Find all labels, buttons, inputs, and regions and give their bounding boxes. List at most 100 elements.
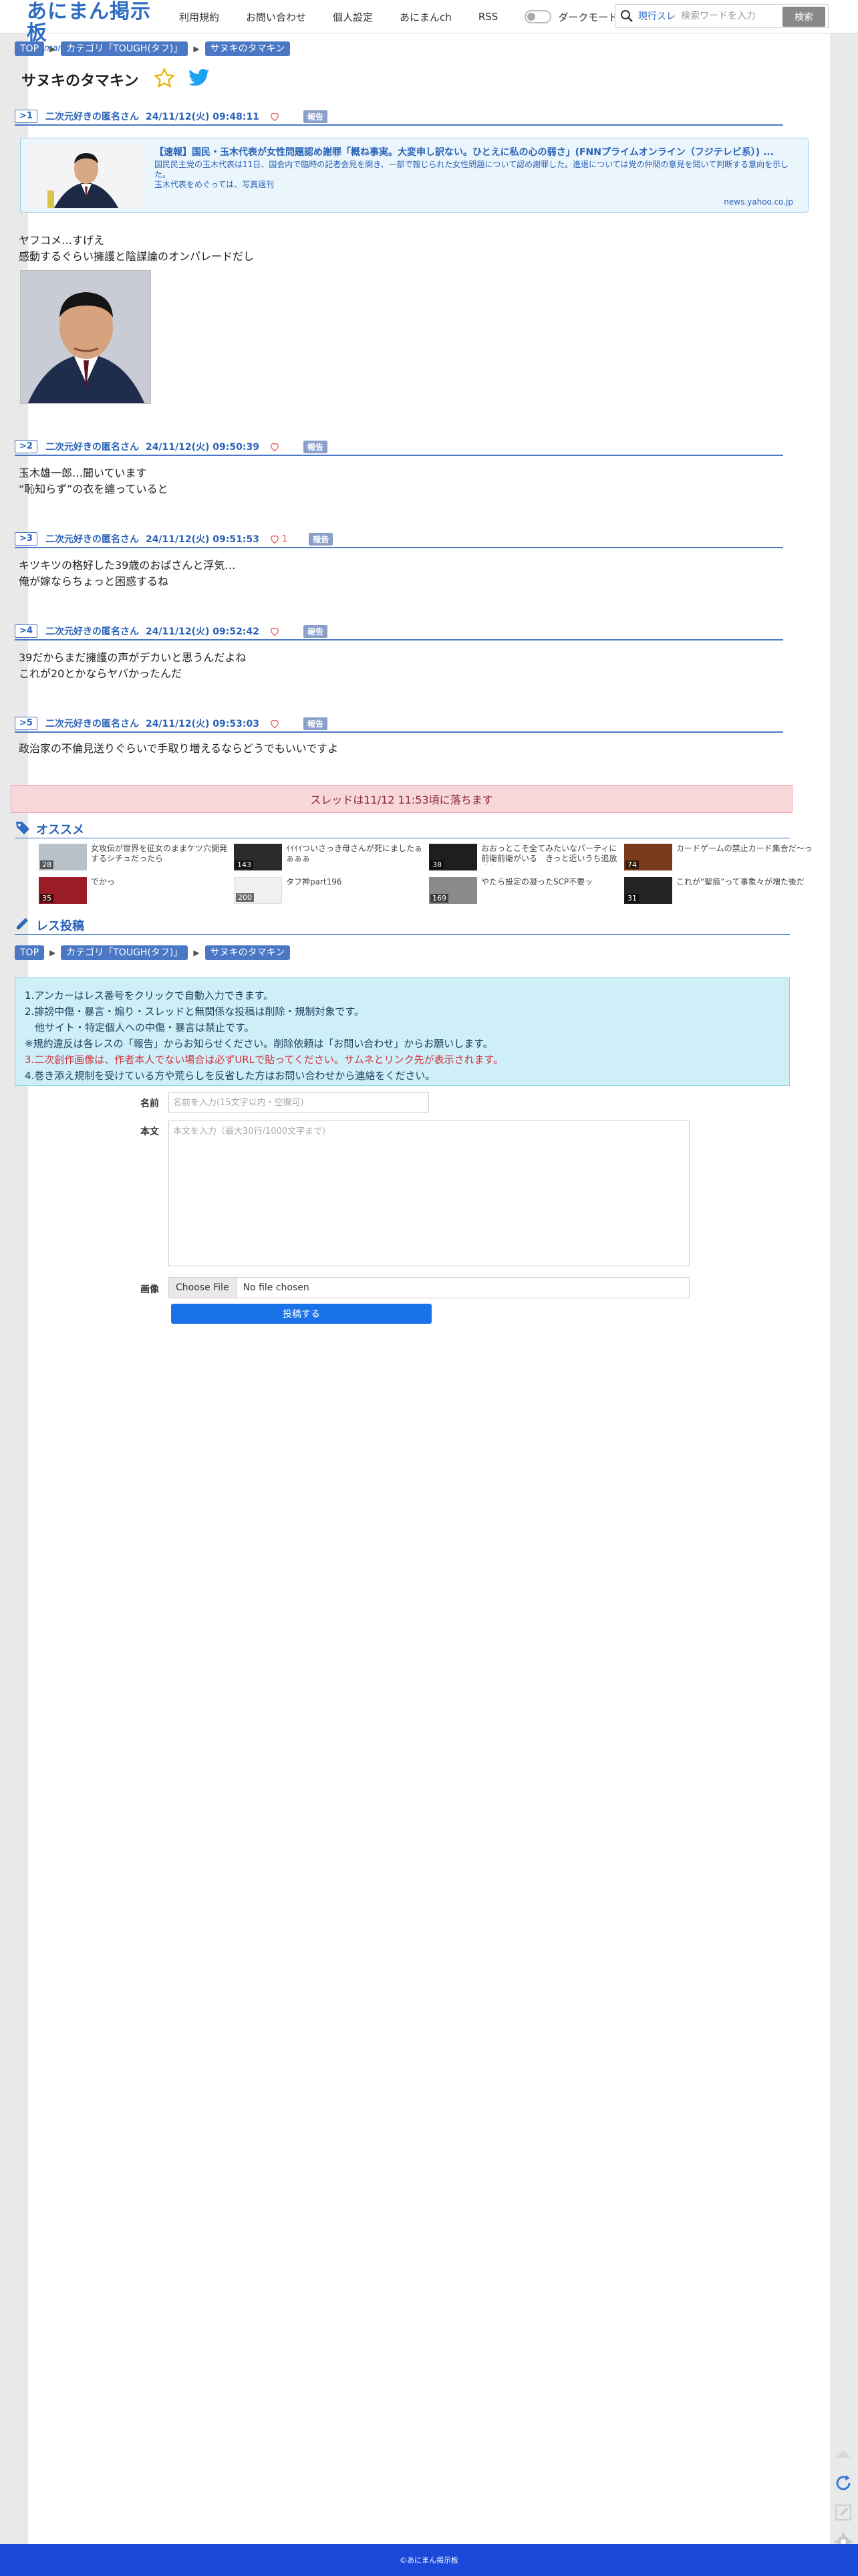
recommend-title-text: でかっ — [91, 877, 116, 887]
recommend-thumbnail: 38 — [429, 844, 477, 870]
heart-icon[interactable] — [270, 627, 279, 636]
dark-mode-toggle[interactable]: ダークモード — [525, 10, 618, 24]
comment-count: 31 — [625, 894, 639, 903]
submit-button[interactable]: 投稿する — [171, 1304, 432, 1324]
post-date: 24/11/12(火) 09:51:53 — [145, 534, 259, 545]
search-scope[interactable]: 現行スレ — [638, 9, 676, 23]
report-button[interactable]: 報告 — [303, 110, 327, 123]
search-button[interactable]: 検索 — [782, 7, 825, 27]
recommend-item[interactable]: 200 タフ神part196 — [234, 877, 428, 907]
logo-main: あにまん掲示板 — [27, 0, 151, 45]
recommend-item[interactable]: 35 でかっ — [39, 877, 233, 907]
report-button[interactable]: 報告 — [303, 440, 327, 453]
recommend-thumbnail: 200 — [234, 877, 282, 904]
recommend-title-text: おおっとこそ全てみたいなパーティに前衛前衛がいる きっと近いうち追放されるんや — [481, 844, 617, 865]
thread-title-row: サヌキのタマキン — [21, 67, 210, 92]
link-title[interactable]: 【速報】国民・玉木代表が女性問題認め謝罪「概ね事実。大変申し訳ない。ひとえに私の… — [154, 145, 796, 158]
breadcrumb-thread[interactable]: サヌキのタマキン — [204, 41, 291, 56]
post-line: これが20とかならヤバかったんだ — [19, 667, 182, 680]
comment-count: 200 — [236, 893, 254, 902]
reply-heading: レス投稿 — [15, 916, 790, 935]
heart-icon[interactable] — [270, 719, 279, 728]
image-label: 画像 — [140, 1284, 159, 1295]
scroll-top-icon[interactable] — [831, 2442, 855, 2466]
report-button[interactable]: 報告 — [303, 717, 327, 730]
breadcrumb-top[interactable]: TOP — [15, 41, 45, 56]
post-body: ヤフコメ…すげえ 感動するぐらい擁護と陰謀論のオンパレードだし — [19, 233, 254, 265]
heart-icon[interactable] — [270, 112, 279, 121]
recommend-item[interactable]: 28 女攻伝が世界を征女のままケツ穴開発するシチュだったら — [39, 844, 233, 873]
recommend-thumbnail: 28 — [39, 844, 87, 870]
nav-rss[interactable]: RSS — [478, 11, 498, 23]
image-file-input[interactable]: Choose File No file chosen — [168, 1277, 690, 1298]
search-icon — [615, 5, 638, 27]
site-header: あにまん掲示板 animan bbs(旧二次元オンリー) 利用規約 お問い合わせ… — [0, 0, 858, 53]
rule-line: 4.巻き添え規制を受けている方や荒らしを反省した方はお問い合わせから連絡をくださ… — [25, 1070, 436, 1082]
reply-title: レス投稿 — [36, 919, 84, 933]
post-line: 玉木雄一郎…聞いています — [19, 467, 147, 479]
recommend-item[interactable]: 38 おおっとこそ全てみたいなパーティに前衛前衛がいる きっと近いうち追放される… — [429, 844, 623, 873]
heart-icon[interactable] — [270, 535, 279, 544]
compose-icon[interactable] — [831, 2500, 855, 2525]
comment-count: 28 — [40, 860, 53, 869]
nav-animanch[interactable]: あにまんch — [400, 10, 452, 24]
breadcrumb-category[interactable]: カテゴリ「TOUGH(タフ)」 — [61, 41, 188, 56]
recommend-item[interactable]: 169 やたら設定の凝ったSCP不要ッ — [429, 877, 623, 907]
thread-fall-notice: スレッドは11/12 11:53頃に落ちます — [11, 785, 793, 813]
nav-terms[interactable]: 利用規約 — [179, 10, 219, 24]
body-textarea[interactable] — [168, 1121, 690, 1266]
post-number[interactable]: >2 — [15, 440, 37, 453]
report-button[interactable]: 報告 — [309, 532, 333, 546]
breadcrumb-top[interactable]: TOP — [15, 945, 45, 960]
post-number[interactable]: >3 — [15, 532, 37, 546]
choose-file-button[interactable]: Choose File — [169, 1278, 237, 1298]
heart-icon[interactable] — [270, 443, 279, 451]
breadcrumb-category[interactable]: カテゴリ「TOUGH(タフ)」 — [61, 945, 188, 960]
post-line: 39だからまだ擁護の声がデカいと思うんだよね — [19, 651, 247, 664]
name-field[interactable] — [168, 1092, 429, 1113]
recommend-thumbnail: 35 — [39, 877, 87, 904]
recommend-title-text: 女攻伝が世界を征女のままケツ穴開発するシチュだったら — [91, 844, 228, 863]
post-number[interactable]: >5 — [15, 717, 37, 730]
twitter-share-icon[interactable] — [188, 68, 210, 91]
report-button[interactable]: 報告 — [303, 624, 327, 638]
post-date: 24/11/12(火) 09:52:42 — [145, 626, 259, 637]
post-body: 政治家の不倫見送りぐらいで手取り増えるならどうでもいいですよ — [19, 741, 338, 757]
recommend-heading: オススメ — [15, 820, 790, 838]
breadcrumb-separator: ▶ — [49, 948, 56, 957]
recommend-item[interactable]: 74 カードゲームの禁止カード集合だ〜っ — [624, 844, 818, 873]
pencil-icon — [15, 917, 31, 934]
recommend-item[interactable]: 31 これが“聖痕”って事象々が増た後だ — [624, 877, 818, 907]
post-image[interactable] — [20, 270, 151, 404]
breadcrumb-thread[interactable]: サヌキのタマキン — [204, 945, 291, 960]
recommend-title-text: タフ神part196 — [286, 877, 342, 887]
post-author: 二次元好きの匿名さん — [45, 112, 139, 122]
post-body: 39だからまだ擁護の声がデカいと思うんだよね これが20とかならヤバかったんだ — [19, 650, 246, 682]
file-status: No file chosen — [243, 1282, 309, 1293]
toggle-track — [525, 10, 552, 23]
breadcrumb-separator: ▶ — [193, 44, 200, 53]
recommend-thumbnail: 74 — [624, 844, 672, 870]
nav-settings[interactable]: 個人設定 — [333, 10, 373, 24]
search-input[interactable] — [681, 11, 781, 21]
posting-rules: 1.アンカーはレス番号をクリックで自動入力できます。 2.誹謗中傷・暴言・煽り・… — [15, 977, 790, 1086]
nav-contact[interactable]: お問い合わせ — [246, 10, 306, 24]
recommend-thumbnail: 169 — [429, 877, 477, 904]
search-box: 現行スレ 検索 — [615, 4, 829, 28]
post-date: 24/11/12(火) 09:53:03 — [145, 719, 259, 729]
rule-line: 1.アンカーはレス番号をクリックで自動入力できます。 — [25, 989, 274, 1002]
post-number[interactable]: >4 — [15, 624, 37, 638]
recommend-title-text: これが“聖痕”って事象々が増た後だ — [676, 877, 805, 887]
recommend-item[interactable]: 143 ｲｲｲｲついさっき母さんが死にましたぁぁぁぁ — [234, 844, 428, 873]
link-preview-card[interactable]: 【速報】国民・玉木代表が女性問題認め謝罪「概ね事実。大変申し訳ない。ひとえに私の… — [20, 138, 809, 213]
breadcrumb: TOP ▶ カテゴリ「TOUGH(タフ)」 ▶ サヌキのタマキン — [15, 41, 291, 56]
reload-icon[interactable] — [831, 2471, 855, 2495]
post-header: >5 二次元好きの匿名さん 24/11/12(火) 09:53:03 報告 — [15, 715, 783, 733]
name-label: 名前 — [140, 1098, 159, 1109]
post-number[interactable]: >1 — [15, 110, 37, 123]
post-date: 24/11/12(火) 09:48:11 — [145, 112, 259, 122]
post-line: 俺が嫁ならちょっと困惑するね — [19, 575, 169, 588]
favorite-star-icon[interactable] — [153, 67, 176, 92]
site-logo[interactable]: あにまん掲示板 animan bbs(旧二次元オンリー) — [27, 1, 167, 53]
comment-count: 169 — [430, 894, 448, 903]
